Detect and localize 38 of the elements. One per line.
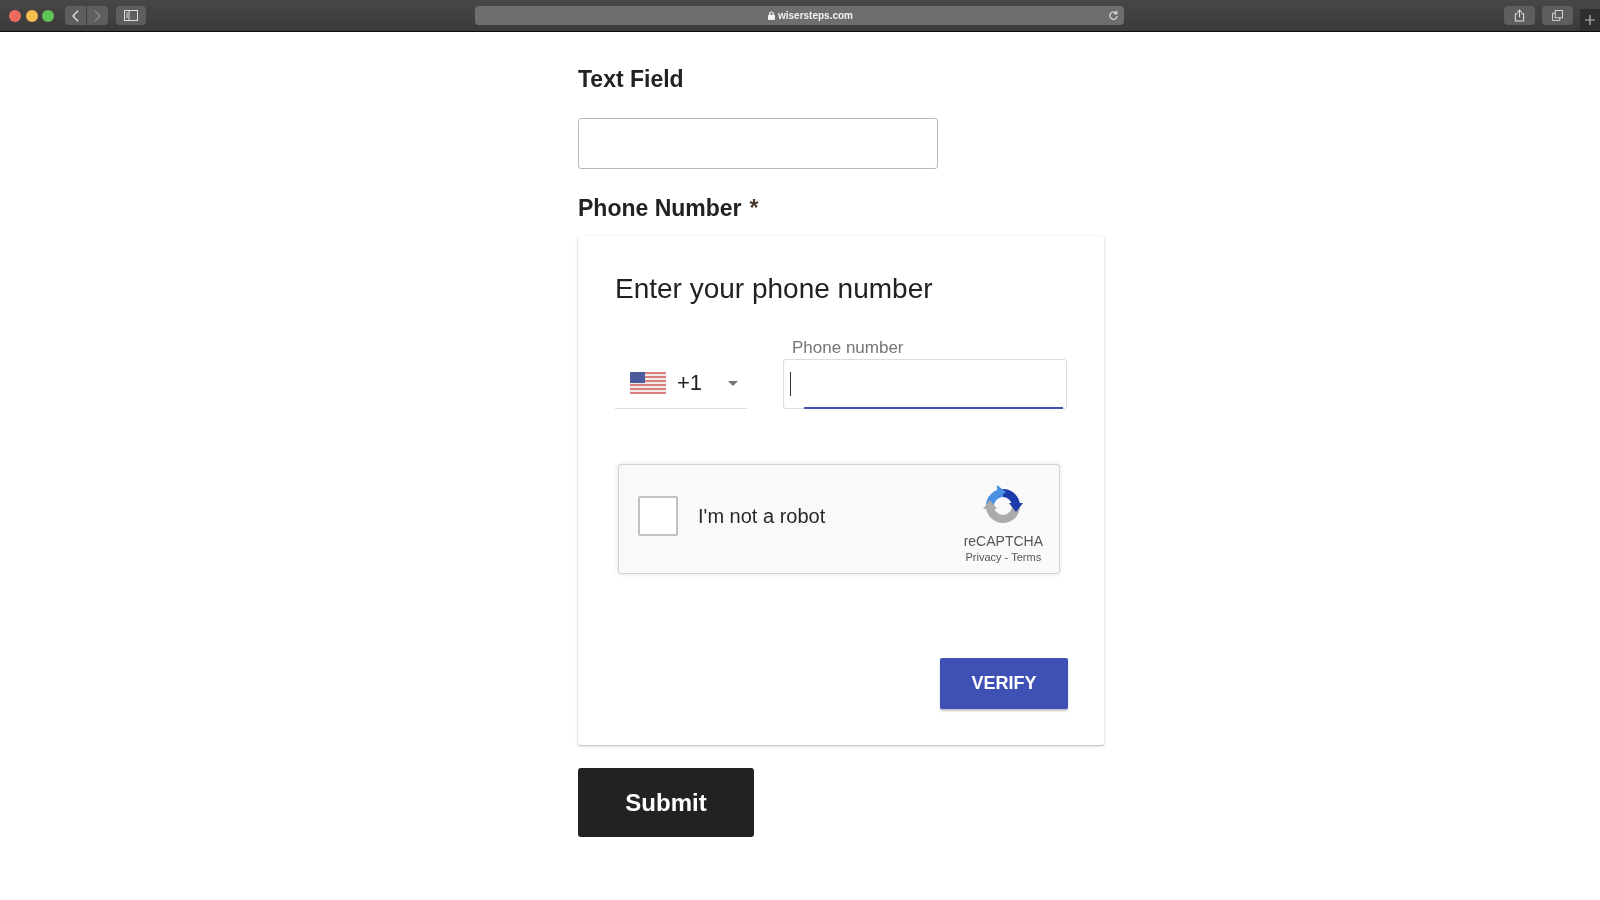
captcha-checkbox[interactable] (638, 496, 678, 536)
reload-icon[interactable] (1108, 10, 1119, 21)
country-code-select[interactable]: +1 (615, 358, 747, 409)
text-input[interactable] (578, 118, 938, 169)
verify-button[interactable]: VERIFY (940, 658, 1068, 709)
lock-icon (767, 11, 775, 20)
required-mark: * (749, 194, 759, 222)
footer-link[interactable]: Terms (1011, 551, 1042, 564)
field-label: Text Field (578, 65, 684, 93)
address-bar[interactable]: wisersteps.com (475, 6, 1124, 25)
url-text: wisersteps.com (777, 10, 853, 21)
footer-link[interactable]: Privacy (965, 551, 1002, 564)
new-tab-button[interactable] (1580, 9, 1600, 31)
sidebar-button[interactable] (116, 6, 146, 25)
phone-number-input[interactable] (783, 359, 1067, 409)
captcha-brand-text: reCAPTCHA (963, 533, 1043, 549)
caret-icon (728, 380, 738, 386)
back-button[interactable] (65, 6, 86, 25)
sidebar-icon (124, 10, 138, 21)
window-minimize-button[interactable] (25, 9, 38, 22)
tabs-button[interactable] (1542, 6, 1573, 25)
circular-arrows-icon (981, 482, 1026, 526)
phone-input-label: Phone number (792, 338, 904, 358)
card-title: Enter your phone number (615, 272, 933, 306)
share-button[interactable] (1504, 6, 1535, 25)
window-zoom-button[interactable] (42, 9, 54, 22)
link-separator: - (1004, 551, 1009, 564)
captcha-label: I'm not a robot (698, 504, 826, 528)
share-icon (1514, 9, 1525, 22)
field-label: Phone Number (578, 194, 742, 222)
tabs-icon (1552, 10, 1563, 21)
flag-icon (630, 372, 666, 394)
text-cursor-icon (790, 372, 791, 396)
submit-button[interactable]: Submit (578, 768, 754, 837)
chevron-left-icon (72, 9, 79, 22)
window-close-button[interactable] (9, 9, 21, 22)
chevron-right-icon (94, 9, 101, 22)
plus-icon (1585, 15, 1595, 25)
